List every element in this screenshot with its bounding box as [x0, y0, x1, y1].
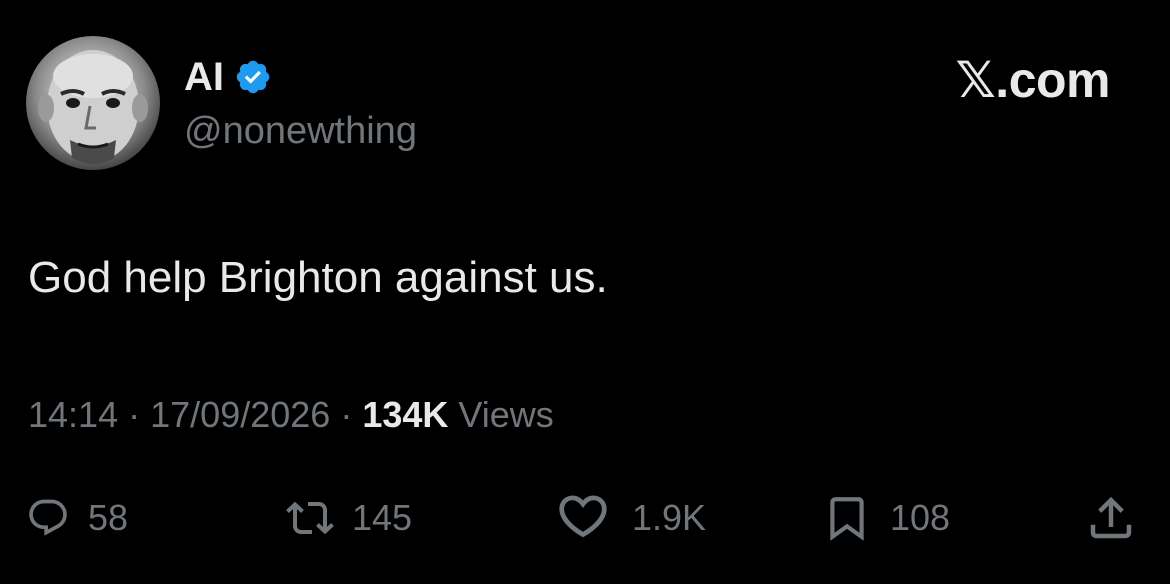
- author-display-name[interactable]: AI: [184, 54, 224, 100]
- bookmark-icon: [822, 491, 872, 545]
- views-count: 134K: [362, 394, 449, 435]
- repost-icon: [286, 494, 334, 542]
- tweet-text: God help Brighton against us.: [28, 253, 608, 302]
- repost-count: 145: [352, 497, 413, 538]
- avatar[interactable]: [26, 36, 160, 170]
- tweet-time[interactable]: 14:14: [28, 394, 118, 435]
- like-count: 1.9K: [632, 497, 707, 538]
- meta-separator: ·: [340, 394, 353, 435]
- author-handle[interactable]: @nonewthing: [184, 108, 417, 154]
- brand-logo: 𝕏.com: [955, 52, 1111, 108]
- reply-count: 58: [88, 497, 129, 538]
- share-button[interactable]: [1084, 488, 1138, 548]
- bookmark-count: 108: [890, 497, 951, 538]
- tweet-meta: 14:14 · 17/09/2026 · 134K Views: [28, 392, 554, 438]
- verified-badge-icon[interactable]: [234, 58, 272, 96]
- reply-button[interactable]: 58: [26, 488, 128, 548]
- views-label: Views: [458, 394, 554, 435]
- heart-icon: [552, 492, 614, 544]
- repost-button[interactable]: 145: [286, 488, 412, 548]
- reply-icon: [26, 496, 70, 540]
- avatar-photo: [38, 50, 148, 164]
- meta-separator: ·: [128, 394, 141, 435]
- bookmark-button[interactable]: 108: [822, 488, 950, 548]
- author-name-row[interactable]: AI: [184, 54, 272, 100]
- like-button[interactable]: 1.9K: [552, 488, 706, 548]
- tweet-date[interactable]: 17/09/2026: [150, 394, 330, 435]
- share-icon: [1084, 491, 1138, 545]
- tweet-actions: 58 145 1.9K 108: [0, 488, 1170, 548]
